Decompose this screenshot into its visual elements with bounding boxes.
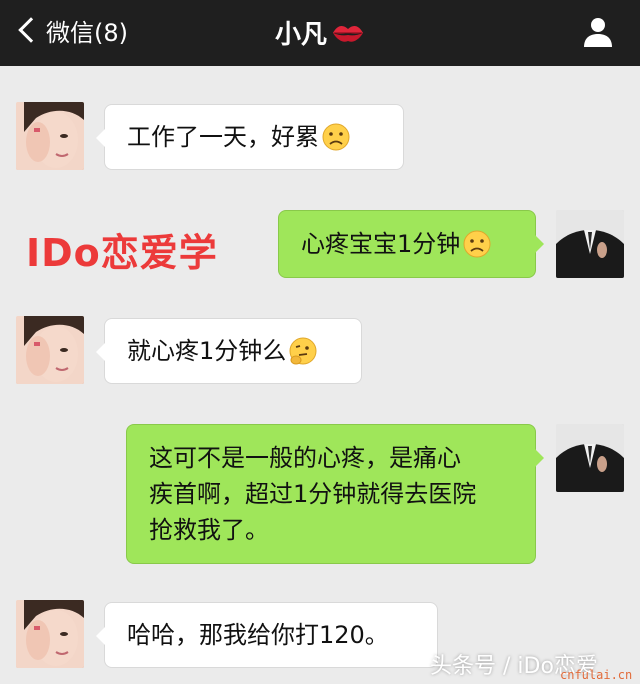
message-text: 工作了一天，好累 [127,123,319,151]
message-bubble[interactable]: 工作了一天，好累 [96,104,404,170]
suit-man-avatar-icon [556,424,624,492]
message-line: 这可不是一般的心疼，是痛心 [149,444,461,472]
message-text-block: 这可不是一般的心疼，是痛心 疾首啊，超过1分钟就得去医院 抢救我了。 [149,440,476,548]
my-avatar[interactable] [556,210,624,278]
message-bubble[interactable]: 哈哈，那我给你打120。 [96,602,438,668]
profile-icon[interactable] [580,14,616,50]
contact-avatar[interactable] [16,316,84,384]
kiss-lips-icon [333,25,363,42]
chat-title-wrap: 小凡 [0,14,640,51]
message-bubble[interactable]: 心疼宝宝1分钟 [278,210,544,278]
message-text: 就心疼1分钟么 [127,337,287,365]
contact-avatar[interactable] [16,102,84,170]
message-line: 疾首啊，超过1分钟就得去医院 [149,480,477,508]
message-bubble[interactable]: 就心疼1分钟么 [96,318,362,384]
contact-avatar[interactable] [16,600,84,668]
my-avatar[interactable] [556,424,624,492]
thinking-face-icon [289,337,317,365]
message-bubble[interactable]: 这可不是一般的心疼，是痛心 疾首啊，超过1分钟就得去医院 抢救我了。 [126,424,544,564]
brand-logo-text: IDo恋爱学 [26,231,218,275]
girl-avatar-icon [16,600,84,668]
site-watermark: cnfulai.cn [560,668,633,682]
worried-face-icon [463,230,491,258]
message-text: 心疼宝宝1分钟 [301,230,461,258]
chat-header: 微信(8) 小凡 [0,0,640,66]
message-text: 哈哈，那我给你打120。 [127,621,389,649]
message-line: 抢救我了。 [149,516,269,544]
suit-man-avatar-icon [556,210,624,278]
chat-title: 小凡 [274,20,327,50]
girl-avatar-icon [16,316,84,384]
worried-face-icon [322,123,350,151]
girl-avatar-icon [16,102,84,170]
